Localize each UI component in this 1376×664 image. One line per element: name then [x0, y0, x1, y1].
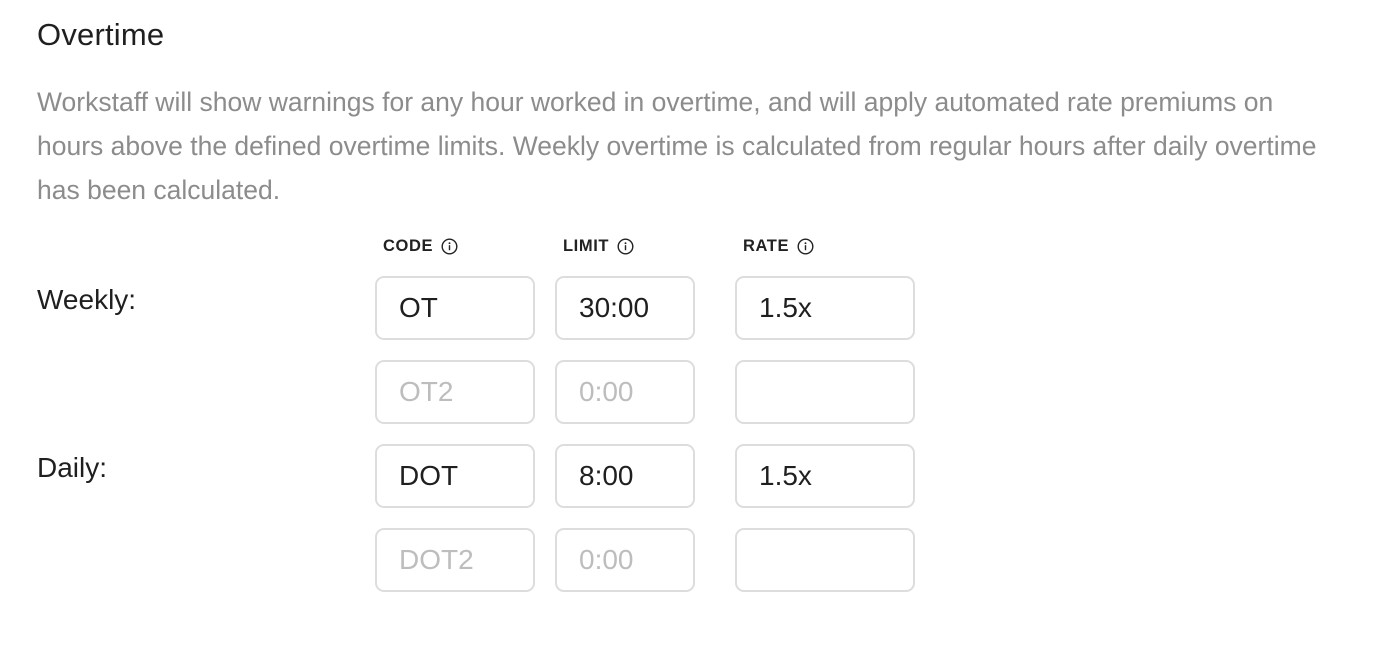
- section-description: Workstaff will show warnings for any hou…: [37, 87, 1317, 205]
- info-icon[interactable]: [797, 237, 814, 255]
- section-title: Overtime: [37, 17, 165, 52]
- weekly-limit2-input[interactable]: 0:00: [555, 360, 695, 424]
- daily-code2-input[interactable]: DOT2: [375, 528, 535, 592]
- weekly-label: Weekly:: [37, 284, 137, 315]
- daily-label: Daily:: [37, 452, 108, 483]
- code-header-label: CODE: [383, 236, 434, 255]
- rate-header-label: RATE: [743, 236, 790, 255]
- rate-column-header: RATE: [743, 234, 814, 258]
- daily-limit-input[interactable]: 8:00: [555, 444, 695, 508]
- weekly-code2-input[interactable]: OT2: [375, 360, 535, 424]
- weekly-rate2-input[interactable]: [735, 360, 915, 424]
- info-icon[interactable]: [441, 237, 458, 255]
- weekly-code-input[interactable]: OT: [375, 276, 535, 340]
- code-column-header: CODE: [383, 234, 458, 258]
- daily-code-input[interactable]: DOT: [375, 444, 535, 508]
- weekly-limit-input[interactable]: 30:00: [555, 276, 695, 340]
- info-icon[interactable]: [617, 237, 634, 255]
- weekly-rate-input[interactable]: 1.5x: [735, 276, 915, 340]
- daily-rate2-input[interactable]: [735, 528, 915, 592]
- limit-column-header: LIMIT: [563, 234, 634, 258]
- daily-limit2-input[interactable]: 0:00: [555, 528, 695, 592]
- daily-rate-input[interactable]: 1.5x: [735, 444, 915, 508]
- limit-header-label: LIMIT: [563, 236, 610, 255]
